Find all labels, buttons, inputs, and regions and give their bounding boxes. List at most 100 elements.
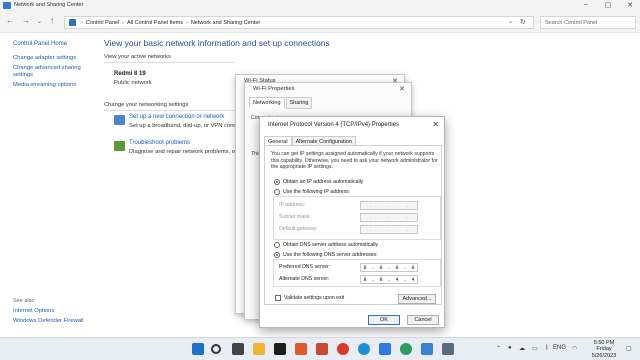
bluetooth-icon[interactable]: ᛒ — [545, 345, 549, 351]
title-bar: Network and Sharing Center – ▢ ✕ — [0, 0, 640, 11]
store-icon[interactable] — [379, 343, 391, 355]
edge-icon[interactable] — [358, 343, 370, 355]
language-indicator[interactable]: ENG — [553, 345, 566, 351]
recent-chevron-icon[interactable]: ⌄ — [37, 18, 42, 25]
use-ip-radio[interactable]: Use the following IP address: — [274, 189, 350, 195]
validate-label: Validate settings upon exit — [284, 295, 345, 301]
subnet-mask-label: Subnet mask: — [279, 214, 311, 220]
dialog-description: You can get IP settings assigned automat… — [271, 151, 438, 170]
back-arrow-icon[interactable]: ← — [6, 16, 14, 25]
network-name: Redmi 8 19 — [114, 71, 146, 77]
start-icon[interactable] — [192, 343, 204, 355]
ipv4-properties-dialog: Internet Protocol Version 4 (TCP/IPv4) P… — [259, 116, 445, 328]
chrome-icon[interactable] — [337, 343, 349, 355]
forward-arrow-icon[interactable]: → — [22, 16, 30, 25]
firewall-link[interactable]: Windows Defender Firewall — [13, 318, 84, 324]
left-pane: Control Panel Home Change adapter settin… — [13, 41, 93, 91]
minimize-button[interactable]: – — [578, 1, 594, 8]
settings-icon[interactable] — [442, 343, 454, 355]
radio-unselected-icon — [274, 189, 280, 195]
control-panel-icon — [69, 19, 76, 26]
see-also-header: See also — [13, 298, 35, 304]
battery-icon[interactable]: ▭ — [532, 345, 538, 352]
ip-address-label: IP address: — [279, 202, 306, 208]
preferred-dns-input[interactable]: 8 . 8 . 8 . 8 — [360, 263, 418, 272]
breadcrumb-network-center[interactable]: Network and Sharing Center — [191, 20, 260, 26]
ok-button[interactable]: OK — [368, 315, 400, 325]
search-input[interactable]: Search Control Panel — [540, 16, 636, 29]
microphone-icon[interactable]: ● — [508, 345, 512, 351]
use-ip-label: Use the following IP address: — [283, 189, 351, 195]
obtain-dns-radio[interactable]: Obtain DNS server address automatically — [274, 242, 378, 248]
troubleshoot-desc: Diagnose and repair network problems, or — [129, 149, 237, 155]
obtain-ip-radio[interactable]: Obtain an IP address automatically — [274, 179, 363, 185]
validate-checkbox[interactable]: Validate settings upon exit — [275, 295, 344, 301]
app-icon[interactable] — [316, 343, 328, 355]
obtain-dns-label: Obtain DNS server address automatically — [283, 242, 379, 248]
control-panel-taskbar-icon[interactable] — [421, 343, 433, 355]
browser-icon[interactable] — [400, 343, 412, 355]
default-gateway-label: Default gateway: — [279, 226, 318, 232]
refresh-icon[interactable]: ↻ — [520, 18, 526, 26]
general-panel: You can get IP settings assigned automat… — [264, 145, 442, 305]
address-bar[interactable]: › Control Panel › All Control Panel Item… — [64, 16, 534, 29]
change-sharing-link[interactable]: Change advanced sharing settings — [13, 65, 93, 80]
default-gateway-input: ... — [360, 225, 418, 234]
troubleshoot-icon — [114, 141, 125, 151]
search-icon[interactable] — [211, 344, 221, 354]
clock[interactable]: 5:50 PM Friday 5/26/2023 — [586, 340, 622, 359]
change-adapter-link[interactable]: Change adapter settings — [13, 55, 93, 63]
address-row: ← → ⌄ ↑ › Control Panel › All Control Pa… — [0, 11, 640, 33]
paint-icon[interactable] — [295, 343, 307, 355]
file-explorer-icon[interactable] — [253, 343, 265, 355]
close-button[interactable]: ✕ — [622, 1, 638, 9]
alternate-dns-input[interactable]: 8 . 8 . 4 . 4 — [360, 275, 418, 284]
breadcrumb-all-items[interactable]: All Control Panel Items — [127, 20, 183, 26]
new-connection-link[interactable]: Set up a new connection or network — [129, 114, 224, 120]
network-type: Public network — [114, 80, 152, 86]
internet-options-link[interactable]: Internet Options — [13, 308, 84, 314]
clock-date: 5/26/2023 — [591, 352, 617, 359]
wifi-icon[interactable]: ◠ — [572, 345, 577, 352]
breadcrumb-control-panel[interactable]: Control Panel — [86, 20, 119, 26]
close-icon[interactable]: ✕ — [432, 120, 439, 129]
tab-sharing[interactable]: Sharing — [285, 97, 313, 109]
radio-selected-icon — [274, 179, 280, 185]
tab-networking[interactable]: Networking — [249, 97, 285, 109]
divider — [104, 110, 234, 111]
control-panel-home-link[interactable]: Control Panel Home — [13, 41, 93, 47]
up-arrow-icon[interactable]: ↑ — [50, 16, 54, 25]
media-streaming-link[interactable]: Media streaming options — [13, 82, 93, 90]
task-view-icon[interactable] — [232, 343, 244, 355]
page-title: View your basic network information and … — [104, 38, 330, 48]
window-title: Network and Sharing Center — [14, 2, 84, 8]
network-center-icon — [3, 2, 11, 9]
obtain-ip-label: Obtain an IP address automatically — [283, 179, 364, 185]
terminal-icon[interactable] — [274, 343, 286, 355]
new-connection-icon — [114, 115, 125, 125]
see-also: See also Internet Options Windows Defend… — [13, 298, 84, 328]
dialog-title: Internet Protocol Version 4 (TCP/IPv4) P… — [268, 122, 400, 128]
close-icon[interactable]: ✕ — [399, 85, 405, 93]
troubleshoot-link[interactable]: Troubleshoot problems — [129, 140, 190, 146]
notification-icon[interactable]: ▢ — [626, 345, 632, 352]
alternate-dns-label: Alternate DNS server: — [279, 276, 330, 282]
radio-selected-icon — [274, 252, 280, 258]
change-settings-header: Change your networking settings — [104, 102, 189, 108]
address-dropdown-icon[interactable]: ⌄ — [508, 18, 513, 25]
new-connection-desc: Set up a broadband, dial-up, or VPN conn… — [129, 123, 243, 129]
subnet-mask-input: ... — [360, 213, 418, 222]
chevron-up-icon[interactable]: ⌃ — [496, 345, 501, 352]
wifi-properties-tabs: Networking Sharing — [249, 97, 313, 109]
use-dns-label: Use the following DNS server addresses: — [283, 252, 378, 258]
radio-unselected-icon — [274, 242, 280, 248]
cancel-button[interactable]: Cancel — [407, 315, 439, 325]
onedrive-icon[interactable]: ☁ — [519, 345, 525, 352]
preferred-dns-label: Preferred DNS server: — [279, 264, 331, 270]
use-dns-radio[interactable]: Use the following DNS server addresses: — [274, 252, 378, 258]
maximize-button[interactable]: ▢ — [600, 1, 616, 9]
wifi-properties-title: Wi-Fi Properties — [253, 86, 295, 92]
checkbox-icon — [275, 295, 281, 301]
divider — [104, 62, 234, 63]
advanced-button[interactable]: Advanced... — [398, 294, 436, 304]
